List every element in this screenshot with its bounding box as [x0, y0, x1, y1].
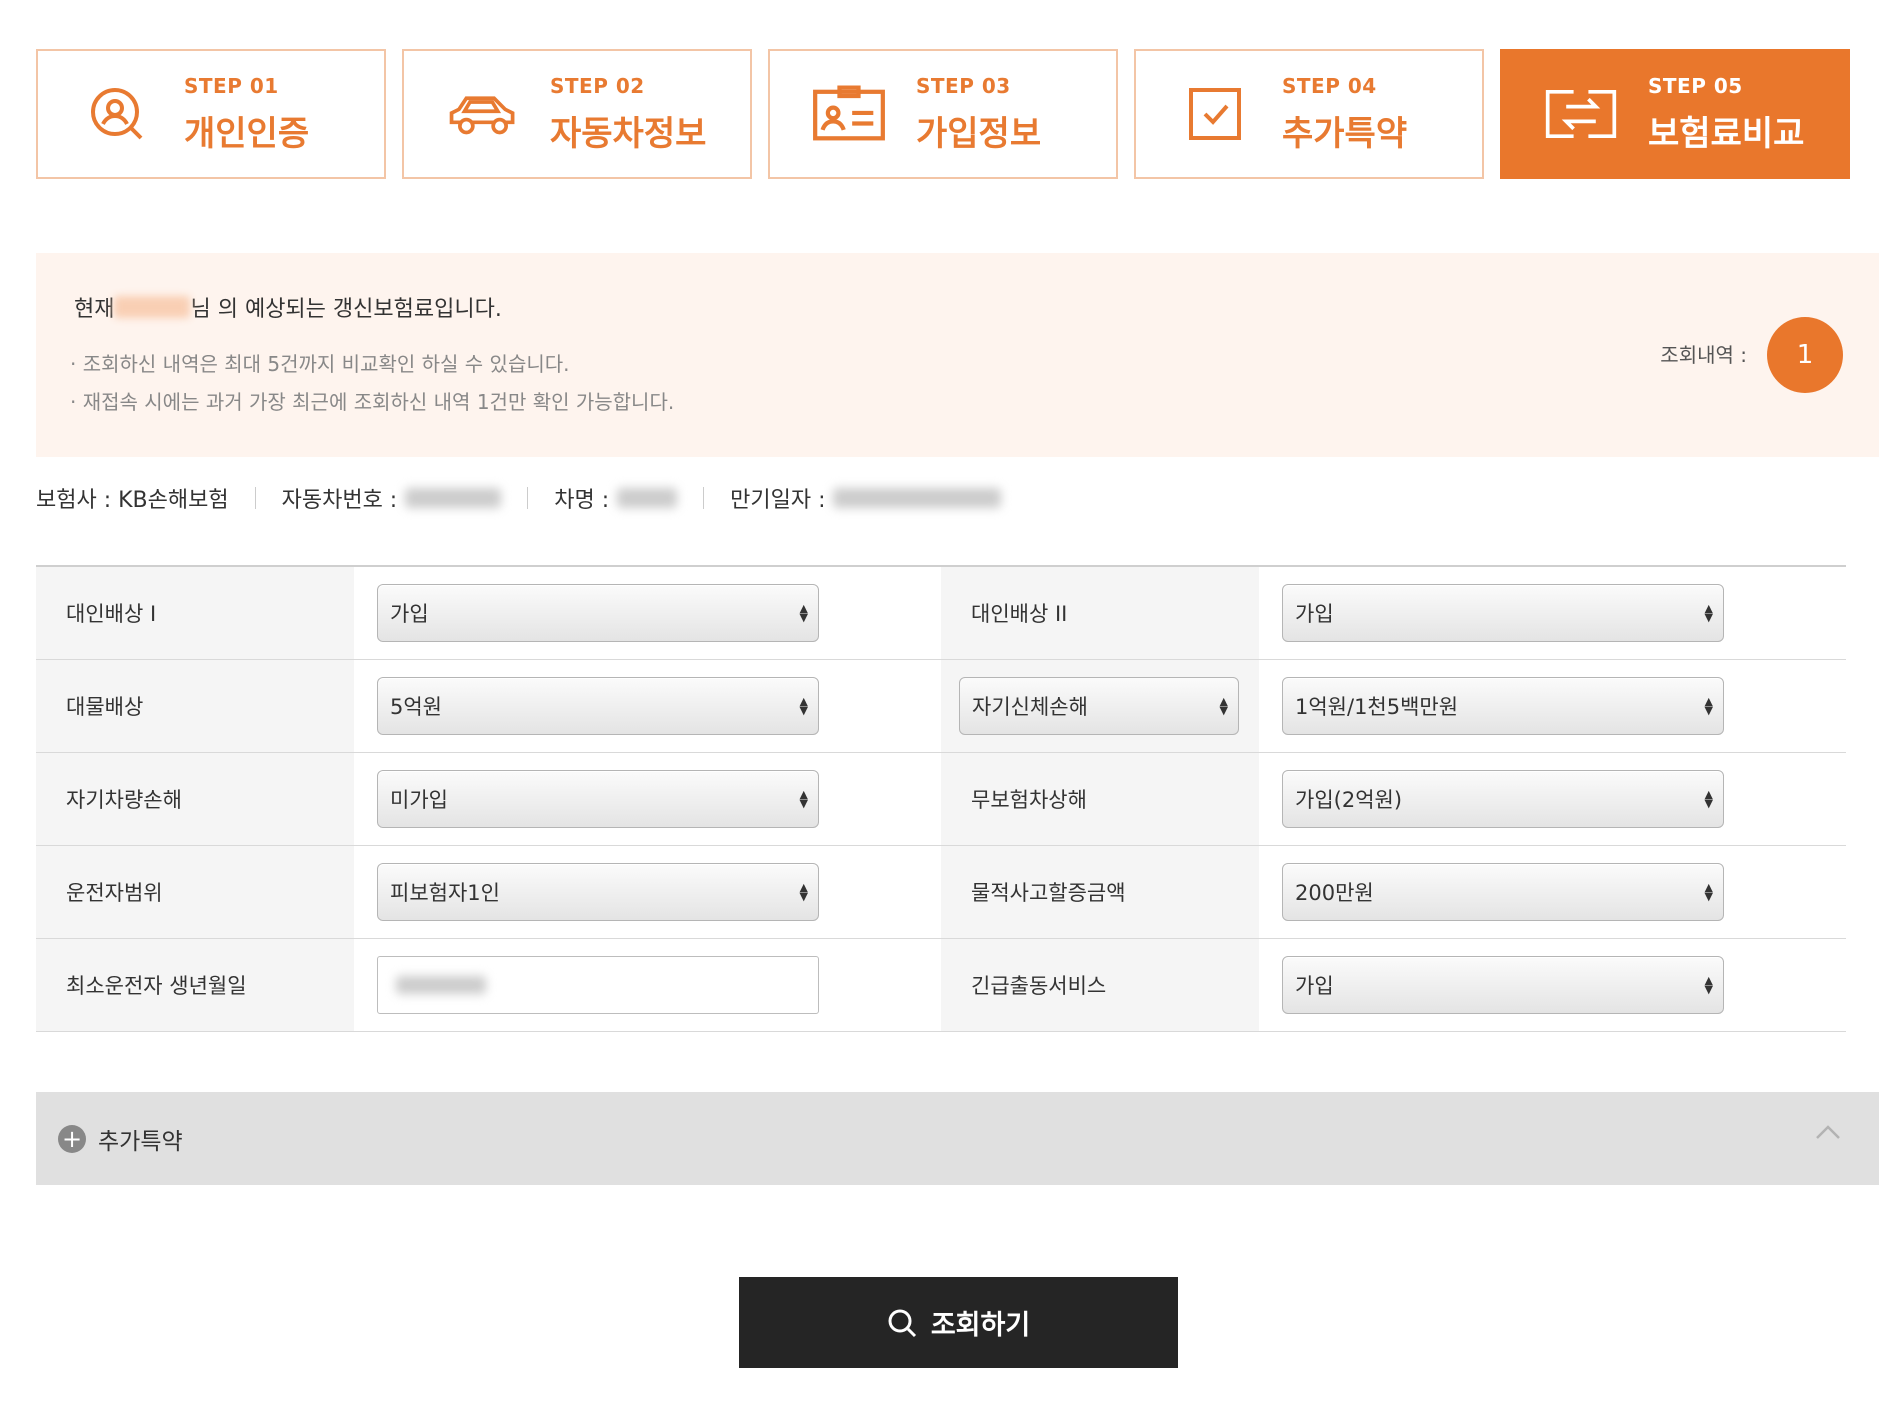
step-name: 개인인증 — [184, 113, 310, 154]
user-search-icon — [72, 79, 162, 149]
notice-suffix: 님 의 예상되는 갱신보험료입니다. — [190, 297, 502, 322]
select-arrows-icon: ▲ ▼ — [799, 881, 808, 903]
select-value: 가입(2억원) — [1295, 788, 1403, 812]
select-arrows-icon: ▲ ▼ — [1704, 974, 1713, 996]
coverage-label: 최소운전자 생년월일 — [36, 939, 354, 1031]
select-arrows-icon: ▲ ▼ — [1219, 695, 1228, 717]
coverage-select[interactable]: 가입 ▲ ▼ — [1282, 584, 1724, 642]
notice-box: 현재 님 의 예상되는 갱신보험료입니다. · 조회하신 내역은 최대 5건까지… — [36, 253, 1879, 457]
table-row: 대인배상 I 가입 ▲ ▼ 대인배상 II 가입 ▲ ▼ — [36, 567, 1846, 660]
chevron-up-icon[interactable] — [1815, 1124, 1841, 1140]
notice-prefix: 현재 — [74, 297, 115, 322]
select-arrows-icon: ▲ ▼ — [1704, 602, 1713, 624]
select-value: 5억원 — [390, 695, 443, 719]
blurred-birthdate — [396, 976, 486, 994]
table-row: 최소운전자 생년월일 긴급출동서비스 가입 ▲ ▼ — [36, 939, 1846, 1032]
step-navigation: STEP 01 개인인증 STEP 02 자동차정보 STEP 03 가입정보 … — [36, 49, 1850, 179]
table-row: 운전자범위 피보험자1인 ▲ ▼ 물적사고할증금액 200만원 ▲ ▼ — [36, 846, 1846, 939]
history-count-badge[interactable]: 1 — [1767, 317, 1843, 393]
coverage-label: 긴급출동서비스 — [941, 939, 1259, 1031]
step-number: STEP 04 — [1282, 73, 1377, 98]
coverage-select[interactable]: 피보험자1인 ▲ ▼ — [377, 863, 819, 921]
coverage-select[interactable]: 200만원 ▲ ▼ — [1282, 863, 1724, 921]
accordion-label: 추가특약 — [98, 1128, 183, 1155]
divider — [527, 487, 529, 509]
coverage-select[interactable]: 가입 ▲ ▼ — [1282, 956, 1724, 1014]
divider — [254, 487, 256, 509]
coverage-table: 대인배상 I 가입 ▲ ▼ 대인배상 II 가입 ▲ ▼ 대물배상 5억원 ▲ ▼ 자… — [36, 565, 1846, 1032]
blurred-car-name — [617, 488, 678, 508]
car-name-label: 차명 : — [554, 488, 610, 513]
notice-headline: 현재 님 의 예상되는 갱신보험료입니다. — [74, 291, 502, 323]
search-icon — [888, 1309, 916, 1337]
notice-bullet-1: · 조회하신 내역은 최대 5건까지 비교확인 하실 수 있습니다. — [70, 352, 570, 376]
select-value: 미가입 — [390, 788, 448, 812]
blurred-user-name — [114, 296, 191, 318]
select-arrows-icon: ▲ ▼ — [1704, 881, 1713, 903]
select-arrows-icon: ▲ ▼ — [1704, 695, 1713, 717]
coverage-label: 무보험차상해 — [941, 753, 1259, 845]
select-value: 200만원 — [1295, 881, 1374, 905]
step-05[interactable]: STEP 05 보험료비교 — [1500, 49, 1850, 179]
coverage-label: 대인배상 I — [36, 567, 354, 659]
blurred-expiry-date — [833, 488, 1002, 508]
insurer-label: 보험사 : KB손해보험 — [36, 488, 229, 513]
select-value: 피보험자1인 — [390, 881, 500, 905]
additional-options-accordion[interactable]: + 추가특약 — [36, 1092, 1879, 1185]
coverage-select[interactable]: 미가입 ▲ ▼ — [377, 770, 819, 828]
coverage-label: 대인배상 II — [941, 567, 1259, 659]
select-value: 1억원/1천5백만원 — [1295, 695, 1459, 719]
history-label: 조회내역 : — [1660, 343, 1747, 367]
car-icon — [438, 79, 528, 149]
select-value: 가입 — [390, 602, 429, 626]
step-03[interactable]: STEP 03 가입정보 — [768, 49, 1118, 179]
coverage-label: 대물배상 — [36, 660, 354, 752]
step-01[interactable]: STEP 01 개인인증 — [36, 49, 386, 179]
step-number: STEP 03 — [916, 73, 1011, 98]
coverage-select[interactable]: 가입(2억원) ▲ ▼ — [1282, 770, 1724, 828]
coverage-label: 자기차량손해 — [36, 753, 354, 845]
step-number: STEP 01 — [184, 73, 279, 98]
step-04[interactable]: STEP 04 추가특약 — [1134, 49, 1484, 179]
checkbox-icon — [1170, 79, 1260, 149]
table-row: 자기차량손해 미가입 ▲ ▼ 무보험차상해 가입(2억원) ▲ ▼ — [36, 753, 1846, 846]
step-name: 보험료비교 — [1648, 113, 1805, 154]
select-arrows-icon: ▲ ▼ — [799, 602, 808, 624]
step-number: STEP 05 — [1648, 73, 1743, 98]
blurred-car-number — [405, 488, 502, 508]
select-arrows-icon: ▲ ▼ — [799, 695, 808, 717]
coverage-label: 물적사고할증금액 — [941, 846, 1259, 938]
step-name: 자동차정보 — [550, 113, 707, 154]
select-value: 가입 — [1295, 974, 1334, 998]
compare-icon — [1536, 79, 1626, 149]
coverage-label: 운전자범위 — [36, 846, 354, 938]
select-arrows-icon: ▲ ▼ — [1704, 788, 1713, 810]
coverage-type-select[interactable]: 자기신체손해 ▲ ▼ — [959, 677, 1239, 735]
table-row: 대물배상 5억원 ▲ ▼ 자기신체손해 ▲ ▼ 1억원/1천5백만원 ▲ ▼ — [36, 660, 1846, 753]
plus-circle-icon: + — [58, 1124, 86, 1153]
step-name: 가입정보 — [916, 113, 1042, 154]
coverage-select[interactable]: 1억원/1천5백만원 ▲ ▼ — [1282, 677, 1724, 735]
coverage-select[interactable]: 가입 ▲ ▼ — [377, 584, 819, 642]
step-number: STEP 02 — [550, 73, 645, 98]
divider — [703, 487, 705, 509]
search-button[interactable]: 조회하기 — [739, 1277, 1178, 1368]
notice-bullet-2: · 재접속 시에는 과거 가장 최근에 조회하신 내역 1건만 확인 가능합니다… — [70, 390, 675, 414]
step-02[interactable]: STEP 02 자동차정보 — [402, 49, 752, 179]
birthdate-input[interactable] — [377, 956, 819, 1014]
search-button-label: 조회하기 — [930, 1310, 1031, 1341]
id-card-icon — [804, 79, 894, 149]
expiry-label: 만기일자 : — [730, 488, 826, 513]
select-arrows-icon: ▲ ▼ — [799, 788, 808, 810]
car-number-label: 자동차번호 : — [281, 488, 398, 513]
coverage-select[interactable]: 5억원 ▲ ▼ — [377, 677, 819, 735]
policy-info-row: 보험사 : KB손해보험 자동차번호 : 차명 : 만기일자 : — [36, 482, 1002, 514]
step-name: 추가특약 — [1282, 113, 1408, 154]
select-value: 가입 — [1295, 602, 1334, 626]
select-value: 자기신체손해 — [972, 695, 1088, 719]
coverage-label-cell: 자기신체손해 ▲ ▼ — [941, 660, 1259, 752]
